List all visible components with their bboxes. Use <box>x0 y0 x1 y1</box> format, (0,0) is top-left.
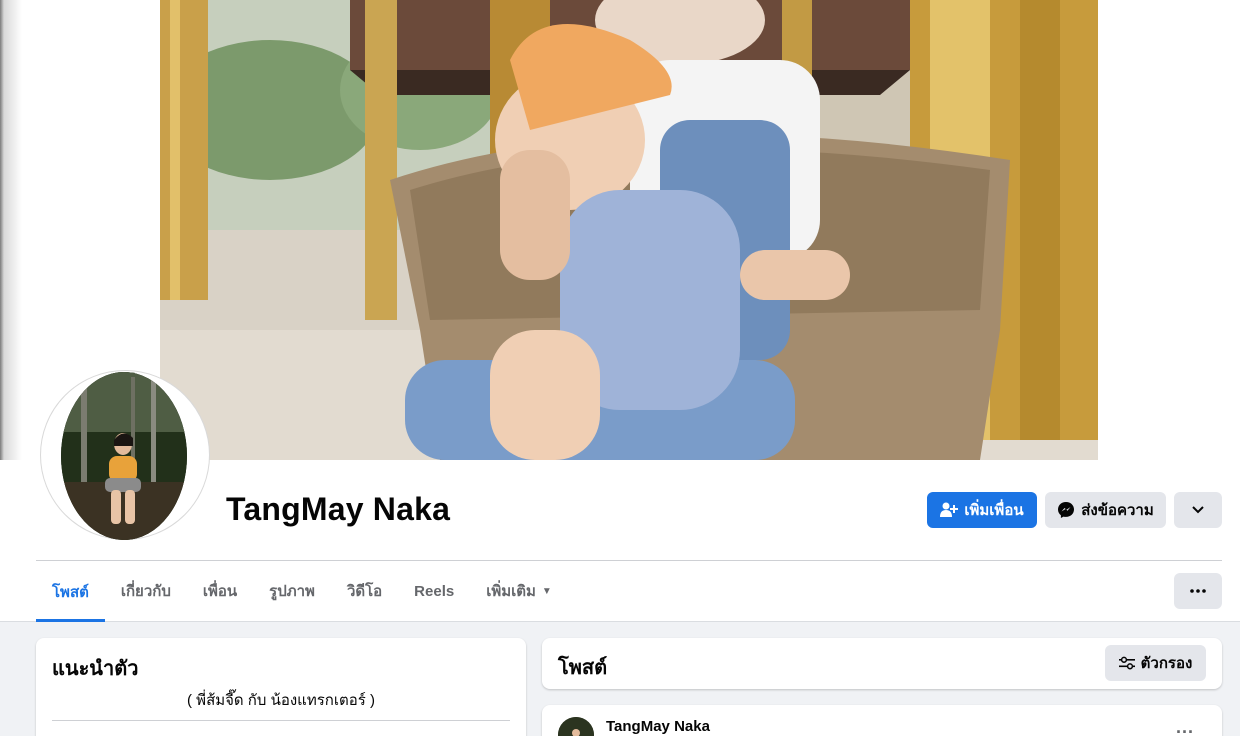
add-friend-button[interactable]: เพิ่มเพื่อน <box>927 492 1037 528</box>
post-author-avatar-image <box>558 717 594 736</box>
post-more-icon[interactable]: ... <box>1176 717 1194 736</box>
profile-picture[interactable] <box>61 372 187 540</box>
post-author-name[interactable]: TangMay Naka <box>606 718 710 735</box>
intro-divider <box>52 720 510 721</box>
more-options-button[interactable] <box>1174 573 1222 609</box>
profile-picture-image <box>61 372 187 540</box>
post-card: TangMay Naka ... <box>542 705 1222 736</box>
filter-label: ตัวกรอง <box>1140 655 1193 672</box>
tab-more-label: เพิ่มเติม <box>486 583 536 600</box>
chevron-down-icon <box>1192 506 1204 514</box>
tab-more[interactable]: เพิ่มเติม ▼ <box>470 562 568 620</box>
posts-header-card: โพสต์ ตัวกรอง <box>542 638 1222 689</box>
intro-card: แนะนำตัว ( พี่ส้มจี๊ด กับ น้องแทรกเตอร์ … <box>36 638 526 736</box>
sliders-icon <box>1118 656 1135 670</box>
cover-photo[interactable] <box>160 0 1098 460</box>
profile-name: TangMay Naka <box>226 491 451 527</box>
filter-button[interactable]: ตัวกรอง <box>1105 645 1206 681</box>
message-button[interactable]: ส่งข้อความ <box>1045 492 1166 528</box>
post-author-avatar[interactable] <box>558 717 594 736</box>
intro-title: แนะนำตัว <box>52 658 139 680</box>
tab-posts-label: โพสต์ <box>52 584 89 601</box>
cover-photo-image <box>160 0 1098 460</box>
intro-bio: ( พี่ส้มจี๊ด กับ น้องแทรกเตอร์ ) <box>187 692 375 709</box>
tab-photos-label: รูปภาพ <box>269 583 315 600</box>
profile-options-button[interactable] <box>1174 492 1222 528</box>
tab-reels-label: Reels <box>414 582 455 600</box>
tab-friends[interactable]: เพื่อน <box>187 562 253 620</box>
posts-title: โพสต์ <box>558 657 608 679</box>
person-plus-icon <box>940 502 959 517</box>
add-friend-label: เพิ่มเพื่อน <box>964 502 1024 519</box>
messenger-icon <box>1058 502 1075 518</box>
tab-videos[interactable]: วิดีโอ <box>331 562 398 620</box>
profile-tabs: โพสต์ เกี่ยวกับ เพื่อน รูปภาพ วิดีโอ Ree… <box>36 562 568 622</box>
tab-about-label: เกี่ยวกับ <box>120 583 171 600</box>
tab-friends-label: เพื่อน <box>202 583 238 600</box>
message-label: ส่งข้อความ <box>1081 502 1154 519</box>
header-divider <box>36 560 1222 561</box>
tab-about[interactable]: เกี่ยวกับ <box>105 562 187 620</box>
tab-reels[interactable]: Reels <box>398 562 470 620</box>
tab-videos-label: วิดีโอ <box>346 583 383 600</box>
more-dots-icon <box>1190 589 1206 593</box>
tab-photos[interactable]: รูปภาพ <box>253 562 331 620</box>
tab-posts[interactable]: โพสต์ <box>36 562 105 622</box>
caret-down-icon: ▼ <box>541 585 552 597</box>
